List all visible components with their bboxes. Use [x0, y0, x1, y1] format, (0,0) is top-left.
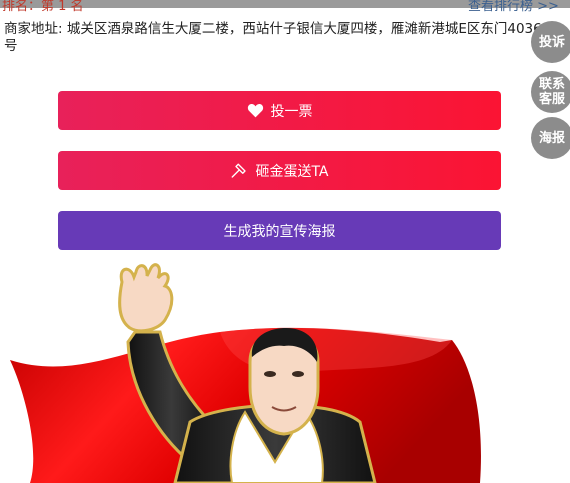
complain-label: 投诉 — [538, 34, 565, 50]
vote-button[interactable]: 投一票 — [58, 91, 501, 130]
golden-egg-button-label: 砸金蛋送TA — [255, 163, 329, 180]
customer-service-float-button[interactable]: 联系客服 — [531, 71, 570, 113]
rank-text: 排名：第 1 名 — [2, 0, 84, 14]
heart-icon — [247, 103, 264, 118]
poster-float-button[interactable]: 海报 — [531, 117, 570, 159]
ranking-link[interactable]: 查看排行榜 >> — [468, 0, 559, 14]
generate-poster-button[interactable]: 生成我的宣传海报 — [58, 211, 501, 250]
vote-button-label: 投一票 — [270, 103, 313, 120]
golden-egg-button[interactable]: 砸金蛋送TA — [58, 151, 501, 190]
hammer-icon — [230, 162, 248, 180]
page: 排名：第 1 名 查看排行榜 >> 商家地址: 城关区酒泉路信生大厦二楼，西站什… — [0, 0, 570, 483]
poster-label: 海报 — [538, 130, 565, 146]
generate-poster-button-label: 生成我的宣传海报 — [223, 223, 336, 240]
customer-service-label: 联系客服 — [538, 77, 565, 107]
complain-float-button[interactable]: 投诉 — [531, 21, 570, 63]
merchant-address: 商家地址: 城关区酒泉路信生大厦二楼，西站什子银信大厦四楼，雁滩新港城E区东门4… — [4, 21, 542, 54]
raised-hand — [118, 263, 174, 333]
propaganda-banner-image — [10, 263, 481, 483]
